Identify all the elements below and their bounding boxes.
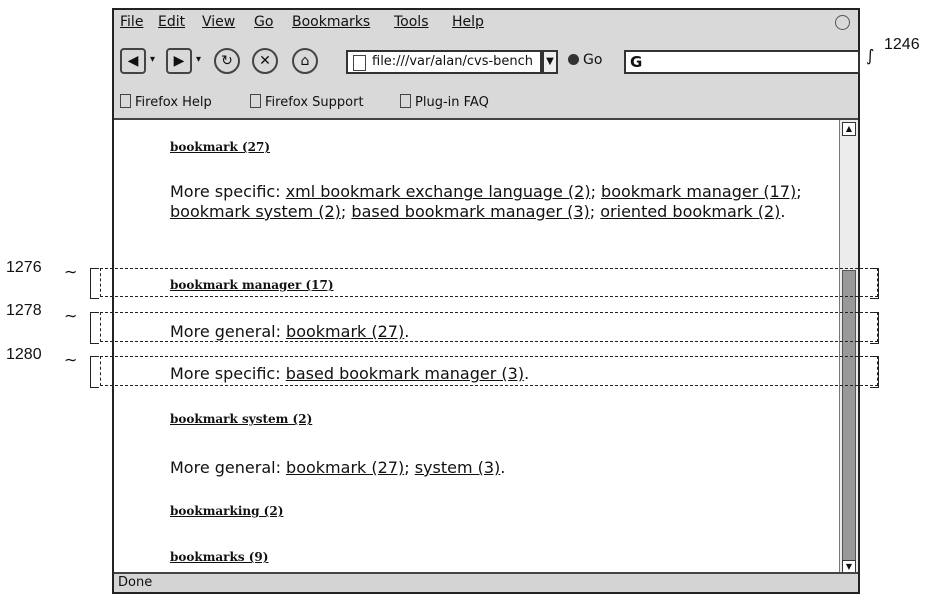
bracket-right-1280 <box>870 356 879 388</box>
link-bookmark-manager[interactable]: bookmark manager (17) <box>601 182 796 201</box>
heading-bookmark[interactable]: bookmark (27) <box>170 140 270 154</box>
status-text: Done <box>118 575 153 590</box>
leader-1246: ∫ <box>866 46 875 65</box>
bookmark-firefox-help[interactable]: Firefox Help <box>120 94 212 110</box>
leader-1276: ∼ <box>64 262 78 281</box>
browser-window: File Edit View Go Bookmarks Tools Help ◀… <box>112 8 860 594</box>
link-based-bookmark-manager[interactable]: based bookmark manager (3) <box>351 202 589 221</box>
stop-icon[interactable]: ✕ <box>252 48 278 74</box>
menu-go[interactable]: Go <box>254 14 273 30</box>
heading-bookmarks[interactable]: bookmarks (9) <box>170 550 268 564</box>
menu-file[interactable]: File <box>120 14 143 30</box>
vertical-scrollbar[interactable]: ▲ ▼ <box>839 120 858 576</box>
url-input[interactable]: file:///var/alan/cvs-bench <box>346 50 542 74</box>
menu-edit[interactable]: Edit <box>158 14 185 30</box>
ref-1276: 1276 <box>6 259 42 276</box>
bookmark-firefox-support[interactable]: Firefox Support <box>250 94 364 110</box>
menu-bookmarks[interactable]: Bookmarks <box>292 14 370 30</box>
page-icon <box>353 55 366 71</box>
url-text: file:///var/alan/cvs-bench <box>372 54 534 69</box>
bookmarks-toolbar: Firefox Help Firefox Support Plug-in FAQ <box>114 86 858 120</box>
bracket-left-1276 <box>90 268 99 299</box>
navigation-toolbar: ◀ ▾ ▶ ▾ ↻ ✕ ⌂ file:///var/alan/cvs-bench… <box>114 36 860 87</box>
bookmark-plugin-faq[interactable]: Plug-in FAQ <box>400 94 489 110</box>
dashed-region-1276 <box>100 268 878 297</box>
scroll-up-arrow-icon[interactable]: ▲ <box>842 122 856 136</box>
back-icon[interactable]: ◀ <box>120 48 146 74</box>
ref-1280: 1280 <box>6 346 42 363</box>
page-icon <box>400 94 411 108</box>
menu-tools[interactable]: Tools <box>394 14 429 30</box>
paragraph-more-general-2: More general: bookmark (27); system (3). <box>170 458 506 477</box>
bracket-left-1278 <box>90 312 99 344</box>
paragraph-more-specific: More specific: xml bookmark exchange lan… <box>170 182 802 221</box>
bracket-left-1280 <box>90 356 99 388</box>
link-system[interactable]: system (3) <box>415 458 501 477</box>
bracket-right-1278 <box>870 312 879 344</box>
go-button[interactable]: Go <box>568 52 602 68</box>
url-dropdown-button[interactable]: ▼ <box>542 50 558 74</box>
leader-1280: ∼ <box>64 350 78 369</box>
status-bar: Done <box>114 572 858 592</box>
ref-1246: 1246 <box>884 36 920 53</box>
go-icon <box>568 54 579 65</box>
menu-bar: File Edit View Go Bookmarks Tools Help <box>114 10 858 37</box>
ref-1278: 1278 <box>6 302 42 319</box>
leader-1278: ∼ <box>64 306 78 325</box>
link-bookmark-2[interactable]: bookmark (27) <box>286 458 404 477</box>
back-dropdown-icon[interactable]: ▾ <box>150 54 155 65</box>
search-input[interactable]: G <box>624 50 860 74</box>
link-oriented-bookmark[interactable]: oriented bookmark (2) <box>600 202 780 221</box>
heading-bookmark-system[interactable]: bookmark system (2) <box>170 412 312 426</box>
menu-view[interactable]: View <box>202 14 235 30</box>
dashed-region-1280 <box>100 356 878 386</box>
link-xml-bookmark-exchange[interactable]: xml bookmark exchange language (2) <box>286 182 591 201</box>
throbber-icon <box>835 15 850 30</box>
home-icon[interactable]: ⌂ <box>292 48 318 74</box>
heading-bookmarking[interactable]: bookmarking (2) <box>170 504 283 518</box>
page-icon <box>250 94 261 108</box>
bracket-right-1276 <box>870 268 879 299</box>
reload-icon[interactable]: ↻ <box>214 48 240 74</box>
menu-help[interactable]: Help <box>452 14 484 30</box>
page-icon <box>120 94 131 108</box>
link-bookmark-system[interactable]: bookmark system (2) <box>170 202 341 221</box>
forward-dropdown-icon[interactable]: ▾ <box>196 54 201 65</box>
dashed-region-1278 <box>100 312 878 342</box>
forward-icon[interactable]: ▶ <box>166 48 192 74</box>
search-engine-icon: G <box>630 53 643 71</box>
go-label: Go <box>583 52 603 68</box>
page-content: bookmark (27) More specific: xml bookmar… <box>114 120 840 576</box>
